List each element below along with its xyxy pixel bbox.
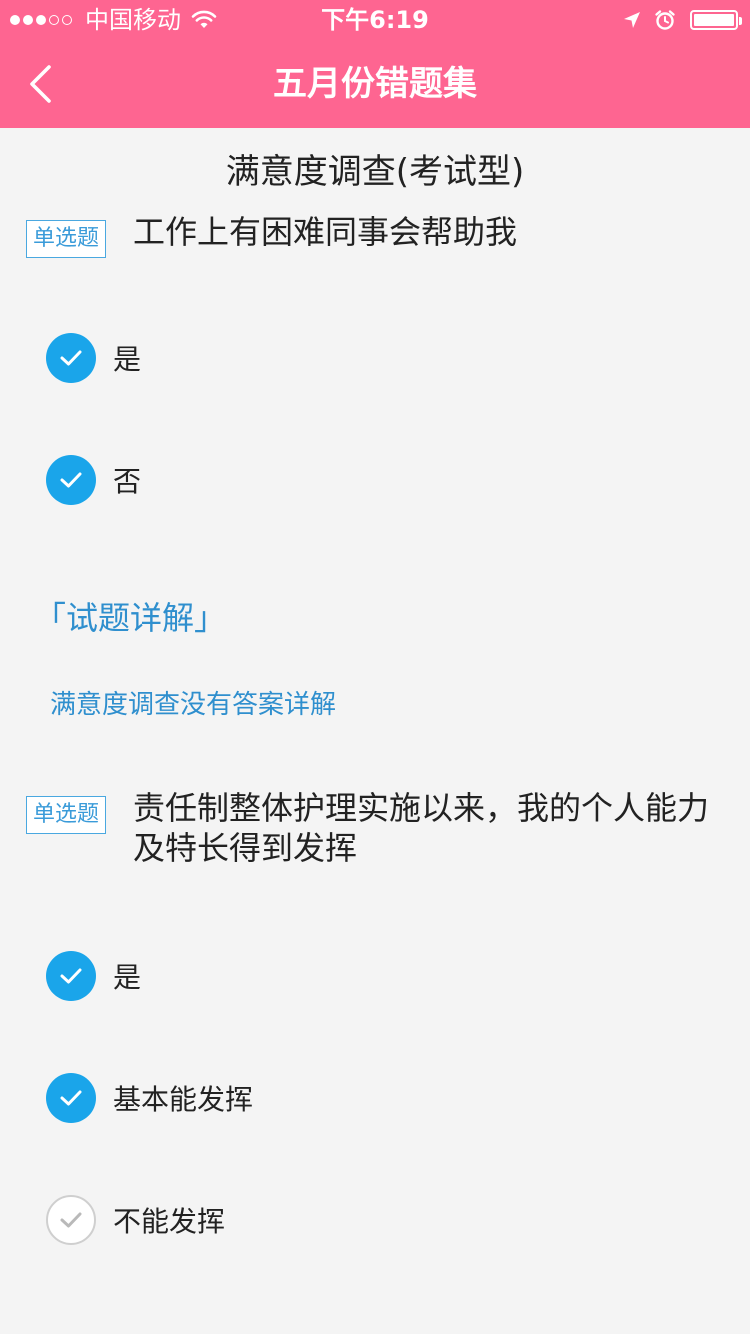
checkmark-circle-icon: [46, 455, 96, 505]
option-label: 不能发挥: [113, 1205, 226, 1238]
checkmark-circle-icon: [46, 1073, 96, 1123]
option-label: 是: [113, 343, 142, 376]
nav-bar: 五月份错题集: [0, 40, 750, 128]
question-type-badge: 单选题: [26, 796, 106, 834]
question-text: 工作上有困难同事会帮助我: [133, 213, 518, 251]
checkmark-circle-icon: [46, 1195, 96, 1245]
explanation-heading: 「试题详解」: [34, 599, 227, 637]
option-no[interactable]: 否: [46, 454, 141, 506]
header: 中国移动 下午6:19 五月份错题集: [0, 0, 750, 128]
location-arrow-icon: [624, 12, 640, 28]
battery-fill: [694, 14, 734, 26]
explanation-text: 满意度调查没有答案详解: [50, 690, 337, 720]
checkmark-circle-icon: [46, 951, 96, 1001]
checkmark-circle-icon: [46, 333, 96, 383]
option-yes[interactable]: 是: [46, 332, 141, 384]
chevron-left-icon: [30, 65, 51, 103]
page-title: 五月份错题集: [273, 64, 477, 104]
screen: 中国移动 下午6:19 五月份错题集 满意度调查(考试型) 单选题 工作上有困难…: [0, 0, 750, 1334]
alarm-clock-icon: [655, 10, 675, 30]
status-right: [610, 0, 742, 40]
status-bar: 中国移动 下午6:19: [0, 0, 750, 40]
question-text: 责任制整体护理实施以来，我的个人能力及特长得到发挥: [133, 789, 710, 867]
option-cannot[interactable]: 不能发挥: [46, 1194, 225, 1246]
survey-title: 满意度调查(考试型): [225, 152, 525, 192]
option-basically[interactable]: 基本能发挥: [46, 1072, 253, 1124]
survey-content: 满意度调查(考试型) 单选题 工作上有困难同事会帮助我 是 否 「试题详解」 满…: [0, 128, 750, 1334]
option-label: 是: [113, 961, 142, 994]
option-label: 基本能发挥: [113, 1083, 254, 1116]
back-button[interactable]: [16, 60, 64, 108]
battery-icon: [690, 10, 742, 30]
question-type-badge: 单选题: [26, 220, 106, 258]
option-label: 否: [113, 465, 142, 498]
option-yes[interactable]: 是: [46, 950, 141, 1002]
